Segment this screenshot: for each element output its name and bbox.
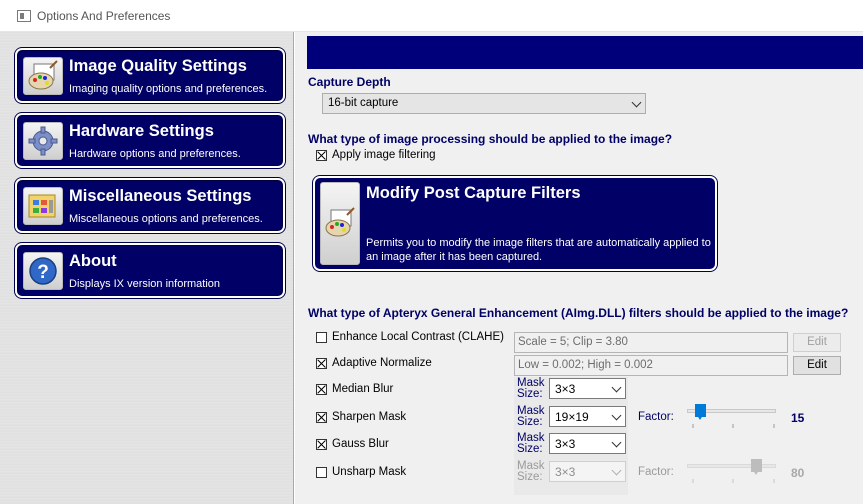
clahe-checkbox[interactable] (316, 332, 327, 343)
unsharp-mask-size-select[interactable]: 3×3 (549, 461, 626, 482)
gauss-mask-size-label: Mask Size: (517, 432, 545, 455)
nav-label: About (69, 252, 117, 270)
gauss-mask-size-select[interactable]: 3×3 (549, 433, 626, 454)
adaptive-normalize-label: Adaptive Normalize (332, 357, 432, 369)
unsharp-factor-value: 80 (791, 466, 805, 480)
unsharp-factor-label: Factor: (638, 466, 674, 478)
nav-desc: Imaging quality options and preferences. (69, 83, 268, 95)
nav-label: Image Quality Settings (69, 57, 247, 75)
paint-palette-icon (320, 182, 360, 265)
sharpen-factor-value: 15 (791, 411, 805, 425)
sharpen-mask-checkbox[interactable] (316, 412, 327, 423)
gear-icon (23, 122, 63, 160)
median-mask-size-label: Mask Size: (517, 377, 545, 400)
adaptive-normalize-edit-button[interactable]: Edit (793, 356, 841, 375)
unsharp-mask-size-value: 3×3 (555, 465, 576, 479)
chevron-down-icon (611, 382, 622, 393)
post-capture-desc: Permits you to modify the image filters … (366, 237, 711, 263)
sharpen-mask-size-value: 19×19 (555, 410, 589, 424)
adaptive-normalize-checkbox[interactable] (316, 358, 327, 369)
unsharp-mask-checkbox[interactable] (316, 467, 327, 478)
nav-desc: Displays IX version information (69, 278, 221, 290)
clahe-edit-button[interactable]: Edit (793, 333, 841, 352)
processing-question: What type of image processing should be … (308, 132, 673, 146)
unsharp-factor-track[interactable] (687, 464, 776, 468)
content-panel: Capture Depth 16-bit capture What type o… (295, 32, 863, 504)
nav-image-quality-settings[interactable]: Image Quality Settings Imaging quality o… (15, 48, 285, 103)
nav-label: Hardware Settings (69, 122, 214, 140)
sharpen-mask-label: Sharpen Mask (332, 411, 407, 423)
unsharp-factor-slider-thumb[interactable] (750, 459, 762, 478)
chevron-down-icon (611, 465, 622, 476)
apply-filtering-checkbox[interactable] (316, 150, 327, 161)
chevron-down-icon (611, 410, 622, 421)
modify-post-capture-filters-button[interactable]: Modify Post Capture Filters Permits you … (313, 176, 717, 271)
gauss-blur-checkbox[interactable] (316, 439, 327, 450)
folder-grid-icon (23, 187, 63, 225)
nav-label: Miscellaneous Settings (69, 187, 252, 205)
sharpen-mask-size-select[interactable]: 19×19 (549, 406, 626, 427)
median-blur-label: Median Blur (332, 383, 394, 395)
unsharp-factor-ticks (692, 479, 775, 483)
sharpen-mask-size-label: Mask Size: (517, 405, 545, 428)
gauss-mask-size-value: 3×3 (555, 437, 576, 451)
nav-hardware-settings[interactable]: Hardware Settings Hardware options and p… (15, 113, 285, 168)
sharpen-factor-ticks (692, 424, 775, 428)
unsharp-mask-label: Unsharp Mask (332, 466, 407, 478)
median-mask-size-select[interactable]: 3×3 (549, 378, 626, 399)
help-icon: ? (23, 252, 63, 290)
capture-depth-label: Capture Depth (308, 75, 391, 89)
nav-desc: Hardware options and preferences. (69, 148, 241, 160)
left-navigation: Image Quality Settings Imaging quality o… (0, 32, 294, 504)
app-window-icon (17, 9, 31, 22)
title-bar: Options And Preferences (0, 0, 863, 32)
apply-filtering-label: Apply image filtering (332, 149, 436, 161)
capture-depth-value: 16-bit capture (328, 97, 399, 109)
nav-desc: Miscellaneous options and preferences. (69, 213, 263, 225)
enhancement-question: What type of Apteryx General Enhancement… (308, 306, 849, 320)
post-capture-label: Modify Post Capture Filters (366, 184, 581, 202)
chevron-down-icon (631, 97, 642, 108)
window-title: Options And Preferences (37, 8, 171, 23)
median-mask-size-value: 3×3 (555, 382, 576, 396)
median-blur-checkbox[interactable] (316, 384, 327, 395)
sharpen-factor-label: Factor: (638, 411, 674, 423)
clahe-label: Enhance Local Contrast (CLAHE) (332, 331, 504, 343)
nav-miscellaneous-settings[interactable]: Miscellaneous Settings Miscellaneous opt… (15, 178, 285, 233)
chevron-down-icon (611, 437, 622, 448)
paint-palette-icon (23, 57, 63, 95)
unsharp-mask-size-label: Mask Size: (517, 460, 545, 483)
svg-text:?: ? (37, 262, 49, 283)
sharpen-factor-slider-thumb[interactable] (695, 404, 707, 423)
clahe-value-field[interactable]: Scale = 5; Clip = 3.80 (514, 332, 788, 353)
header-bar (307, 36, 863, 69)
gauss-blur-label: Gauss Blur (332, 438, 389, 450)
capture-depth-select[interactable]: 16-bit capture (322, 93, 646, 114)
adaptive-normalize-value-field[interactable]: Low = 0.002; High = 0.002 (514, 355, 788, 376)
nav-about[interactable]: ? About Displays IX version information (15, 243, 285, 298)
